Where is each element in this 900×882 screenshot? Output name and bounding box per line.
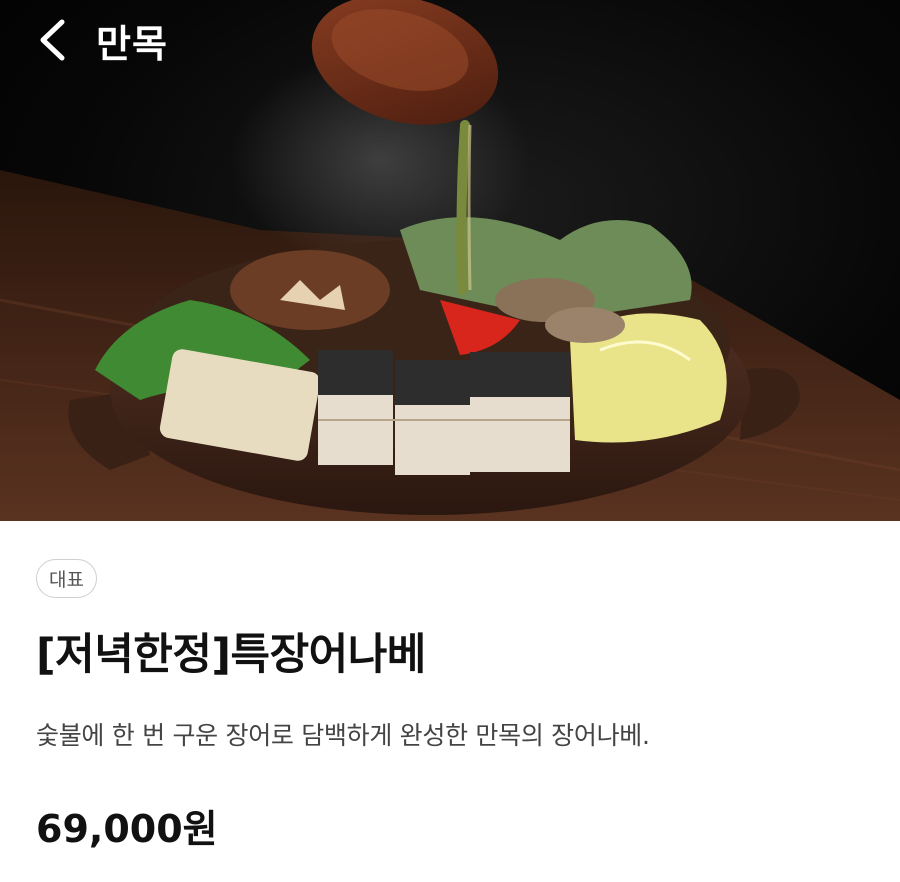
store-name: 만목 (96, 21, 168, 66)
menu-price: 69,000원 (36, 807, 218, 851)
menu-detail: 대표 [저녁한정]특장어나베 숯불에 한 번 구운 장어로 담백하게 완성한 만… (0, 521, 900, 853)
menu-description: 숯불에 한 번 구운 장어로 담백하게 완성한 만목의 장어나베. (36, 721, 650, 750)
back-button[interactable] (22, 10, 82, 70)
hero-image: 만목 (0, 0, 900, 521)
signature-badge: 대표 (36, 559, 97, 598)
menu-title: [저녁한정]특장어나베 (36, 630, 426, 680)
top-bar: 만목 (0, 0, 900, 80)
chevron-left-icon (40, 19, 65, 61)
